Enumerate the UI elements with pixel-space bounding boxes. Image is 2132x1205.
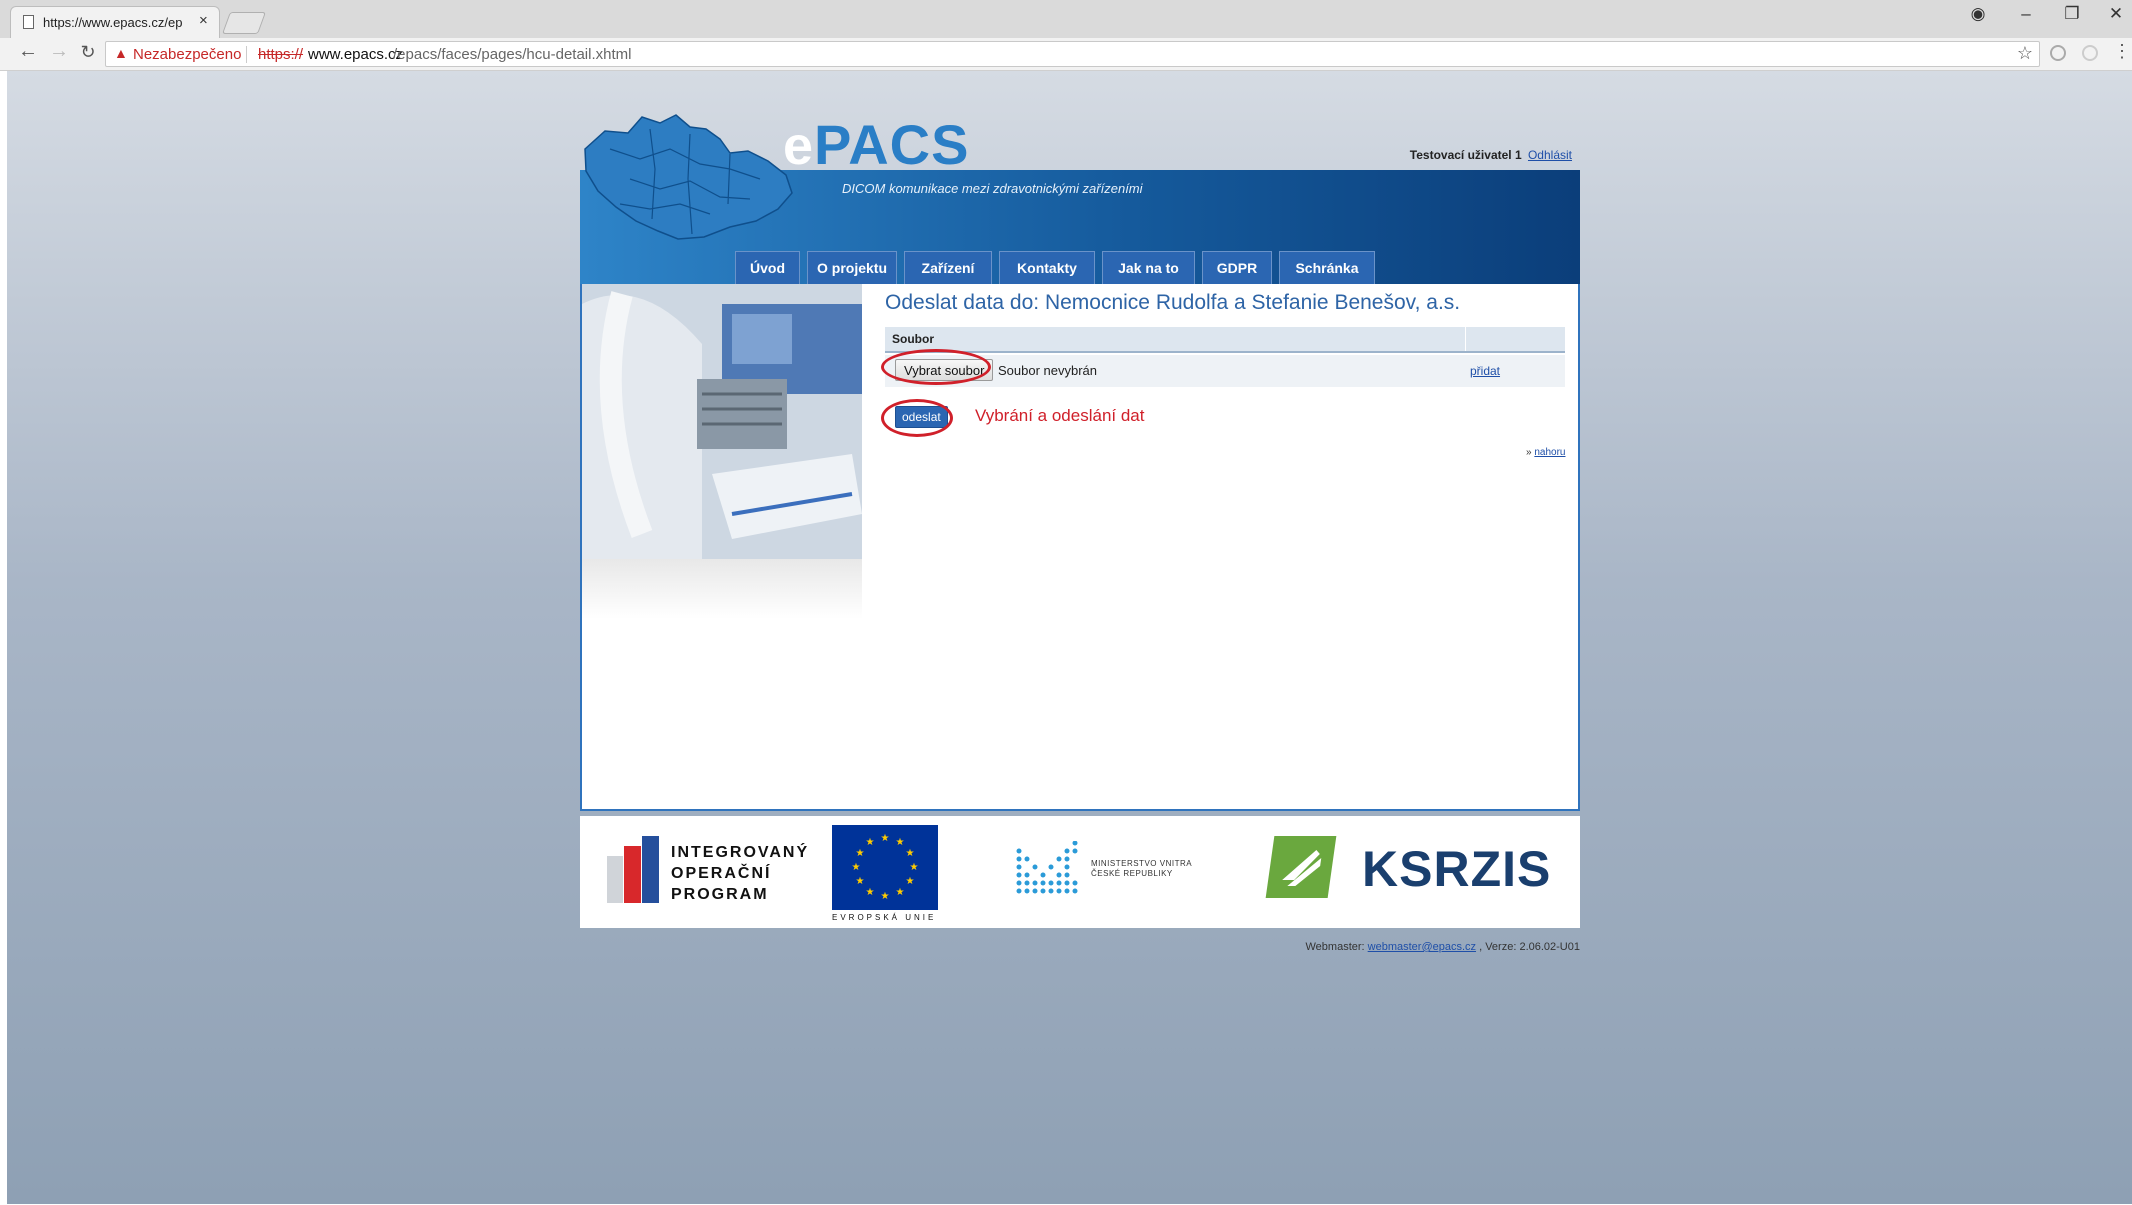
add-link[interactable]: přidat (1470, 364, 1500, 378)
logo-pacs: PACS (814, 113, 970, 176)
mv-line: ČESKÉ REPUBLIKY (1091, 869, 1173, 878)
svg-text:★: ★ (856, 848, 865, 859)
nav-o-projektu[interactable]: O projektu (807, 251, 897, 284)
iop-line: OPERAČNÍ (671, 865, 772, 882)
iop-bar-blue (642, 836, 659, 903)
account-icon[interactable]: ◉ (1958, 4, 1998, 24)
annotation-circle (881, 349, 991, 385)
svg-text:★: ★ (906, 848, 915, 859)
mv-line: MINISTERSTVO VNITRA (1091, 859, 1193, 868)
logout-link[interactable]: Odhlásit (1528, 148, 1572, 162)
nav-uvod[interactable]: Úvod (735, 251, 800, 284)
url-path: /epacs/faces/pages/hcu-detail.xhtml (393, 46, 632, 63)
eu-flag-icon: ★ ★ ★ ★ ★ ★ ★ ★ ★ ★ ★ ★ (832, 825, 938, 910)
version-text: , Verze: 2.06.02-U01 (1479, 941, 1580, 953)
url-host: www.epacs.cz (308, 46, 404, 63)
restore-icon[interactable]: ❐ (2052, 4, 2092, 24)
tab-title: https://www.epacs.cz/ep (43, 15, 183, 30)
iop-line: INTEGROVANÝ (671, 844, 810, 861)
svg-text:★: ★ (881, 891, 890, 902)
page-icon (23, 15, 34, 29)
ksrzis-text: KSRZIS (1362, 841, 1552, 897)
tab-strip: https://www.epacs.cz/ep × ◉ – ❐ ✕ (0, 0, 2132, 38)
tab-close-icon[interactable]: × (199, 12, 208, 29)
column-divider (1465, 327, 1466, 351)
mv-logo: MINISTERSTVO VNITRA ČESKÉ REPUBLIKY (1015, 840, 1195, 901)
close-icon[interactable]: ✕ (2096, 4, 2132, 24)
medical-equipment-photo (582, 284, 862, 559)
browser-tab[interactable]: https://www.epacs.cz/ep × (10, 6, 220, 38)
minimize-icon[interactable]: – (2006, 4, 2046, 24)
eu-caption: EVROPSKÁ UNIE (832, 913, 937, 922)
nav-zarizeni[interactable]: Zařízení (904, 251, 992, 284)
logo-e: e (783, 116, 815, 176)
address-separator (246, 46, 247, 63)
extension-icon[interactable] (2050, 45, 2066, 61)
annotation-text: Vybrání a odeslání dat (975, 406, 1145, 425)
svg-text:★: ★ (881, 833, 890, 844)
to-top: » nahoru (1526, 447, 1565, 458)
table-header: Soubor (885, 327, 1565, 353)
czech-map-icon (584, 114, 793, 240)
user-name: Testovací uživatel 1 (1409, 148, 1522, 162)
svg-text:★: ★ (910, 862, 919, 873)
svg-text:★: ★ (866, 887, 875, 898)
webmaster-email-link[interactable]: webmaster@epacs.cz (1368, 941, 1476, 953)
site-tagline: DICOM komunikace mezi zdravotnickými zař… (842, 181, 1143, 196)
reload-icon[interactable]: ↻ (74, 42, 102, 63)
column-header-soubor: Soubor (892, 332, 934, 346)
svg-text:★: ★ (866, 837, 875, 848)
footer: Webmaster: webmaster@epacs.cz , Verze: 2… (1306, 941, 1581, 953)
user-box: Testovací uživatel 1 Odhlásit (1410, 148, 1572, 162)
warning-icon: ▲ (114, 45, 128, 61)
ksrzis-logo: KSRZIS (1265, 836, 1570, 906)
forward-icon[interactable]: → (45, 40, 73, 63)
nav-gdpr[interactable]: GDPR (1202, 251, 1272, 284)
sponsor-logos: INTEGROVANÝ OPERAČNÍ PROGRAM ★ ★ ★ ★ ★ ★ ★ ★ ★… (580, 816, 1580, 928)
ksrzis-mark-icon (1265, 836, 1337, 898)
nav-kontakty[interactable]: Kontakty (999, 251, 1095, 284)
browser-window: https://www.epacs.cz/ep × ◉ – ❐ ✕ ← → ↻ … (0, 0, 2132, 1205)
new-tab-button[interactable] (221, 12, 267, 34)
nav-schranka[interactable]: Schránka (1279, 251, 1375, 284)
browser-toolbar: ← → ↻ ▲ Nezabezpečeno https:// www.epacs… (0, 38, 2132, 71)
svg-text:★: ★ (896, 887, 905, 898)
to-top-link[interactable]: nahoru (1534, 447, 1565, 458)
iop-line: PROGRAM (671, 886, 769, 903)
svg-text:★: ★ (906, 876, 915, 887)
bookmark-star-icon[interactable]: ☆ (2017, 43, 2033, 64)
webmaster-label: Webmaster: (1305, 941, 1365, 953)
epacs-logo: ePACS (783, 116, 969, 176)
iop-bar-grey (607, 856, 623, 903)
url-protocol: https:// (258, 46, 304, 63)
mv-text: MINISTERSTVO VNITRA ČESKÉ REPUBLIKY (1091, 859, 1192, 879)
content-card: Odeslat data do: Nemocnice Rudolfa a Ste… (580, 284, 1580, 811)
address-bar[interactable]: ▲ Nezabezpečeno https:// www.epacs.cz /e… (105, 41, 2040, 67)
annotation-circle (881, 399, 953, 437)
iop-text: INTEGROVANÝ OPERAČNÍ PROGRAM (671, 842, 809, 905)
iop-bar-red (624, 846, 641, 903)
svg-text:★: ★ (852, 862, 861, 873)
page-title: Odeslat data do: Nemocnice Rudolfa a Ste… (885, 291, 1461, 314)
extension-icon[interactable] (2082, 45, 2098, 61)
mv-dots-icon (1016, 840, 1078, 894)
photo-fade (582, 559, 862, 619)
svg-text:★: ★ (896, 837, 905, 848)
menu-kebab-icon[interactable]: ⋮ (2108, 41, 2132, 62)
security-warning[interactable]: Nezabezpečeno (133, 46, 241, 63)
no-file-text: Soubor nevybrán (998, 363, 1098, 378)
svg-text:★: ★ (856, 876, 865, 887)
iop-logo: INTEGROVANÝ OPERAČNÍ PROGRAM (607, 826, 807, 906)
nav-jak-na-to[interactable]: Jak na to (1102, 251, 1195, 284)
back-icon[interactable]: ← (14, 40, 42, 63)
page-viewport: ePACS DICOM komunikace mezi zdravotnický… (7, 71, 2132, 1204)
to-top-arrow: » (1526, 447, 1532, 458)
